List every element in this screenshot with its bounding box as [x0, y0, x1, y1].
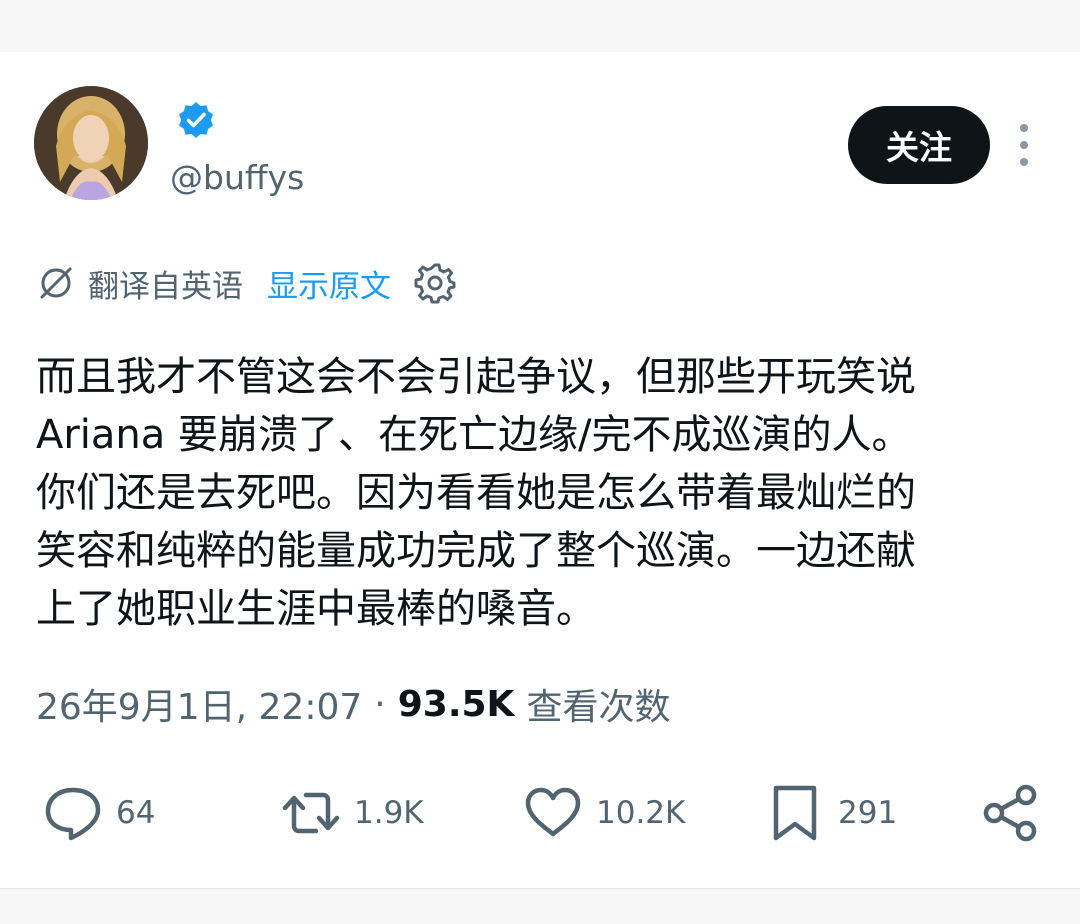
retweet-count: 1.9K	[354, 795, 424, 831]
show-original-link[interactable]: 显示原文	[267, 261, 391, 306]
more-dot	[1020, 124, 1028, 132]
reply-icon	[45, 787, 101, 841]
retweet-icon	[282, 792, 340, 834]
translate-icon	[40, 267, 72, 299]
user-handle[interactable]: @buffys	[170, 158, 304, 197]
retweet-button[interactable]: 1.9K	[280, 782, 424, 844]
like-button[interactable]: 10.2K	[522, 782, 685, 844]
tweet-line: Ariana 要崩溃了、在死亡边缘/完不成巡演的人。	[36, 412, 912, 458]
more-dot	[1020, 141, 1028, 149]
translation-note: 翻译自英语	[88, 268, 243, 305]
bottom-strip	[0, 888, 1080, 924]
reply-count: 64	[116, 795, 156, 831]
heart-icon	[525, 787, 581, 837]
translation-row: 翻译自英语 显示原文	[36, 258, 457, 308]
bookmark-icon	[773, 785, 817, 841]
tweet-line: 而且我才不管这会不会引起争议，但那些开玩笑说	[36, 354, 916, 400]
meta-separator: ·	[374, 683, 386, 725]
tweet-meta: 26年9月1日, 22:07 · 93.5K 查看次数	[36, 676, 670, 732]
gear-icon[interactable]	[413, 261, 457, 305]
views-count: 93.5K	[397, 683, 515, 725]
avatar[interactable]	[34, 86, 148, 200]
verified-badge-icon	[179, 102, 213, 138]
views-label: 查看次数	[526, 687, 671, 728]
top-strip	[0, 0, 1080, 52]
reply-button[interactable]: 64	[42, 782, 155, 844]
bookmark-button[interactable]: 291	[764, 782, 897, 844]
timestamp[interactable]: 26年9月1日, 22:07	[36, 678, 362, 730]
tweet-line: 笑容和纯粹的能量成功完成了整个巡演。一边还献	[36, 528, 916, 574]
tweet-text: 而且我才不管这会不会引起争议，但那些开玩笑说 Ariana 要崩溃了、在死亡边缘…	[36, 348, 1046, 638]
avatar-image	[34, 86, 148, 200]
bookmark-count: 291	[838, 795, 898, 831]
more-options-icon[interactable]	[1008, 124, 1040, 166]
more-dot	[1020, 158, 1028, 166]
like-count: 10.2K	[596, 795, 686, 831]
tweet-line: 上了她职业生涯中最棒的嗓音。	[36, 586, 596, 632]
tweet-line: 你们还是去死吧。因为看看她是怎么带着最灿烂的	[36, 470, 916, 516]
share-button[interactable]	[980, 782, 1042, 844]
share-icon	[983, 784, 1037, 842]
follow-button[interactable]: 关注	[848, 106, 990, 184]
